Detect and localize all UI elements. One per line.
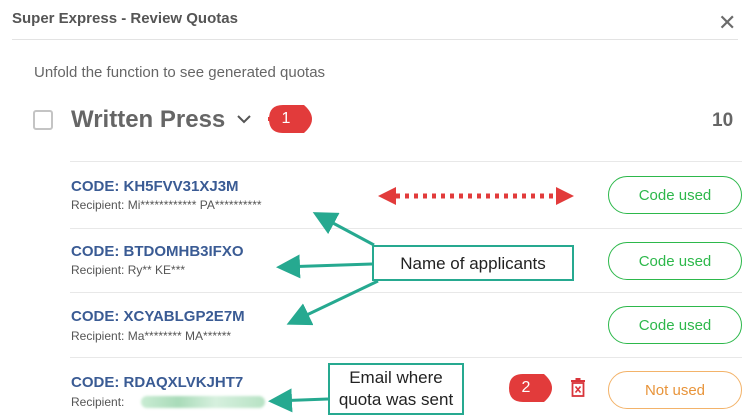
annotation-note-applicants: Name of applicants — [372, 245, 574, 281]
annotation-arrows — [268, 187, 574, 413]
annotation-note-email: Email where quota was sent — [328, 363, 464, 415]
red-double-arrow — [378, 187, 574, 205]
